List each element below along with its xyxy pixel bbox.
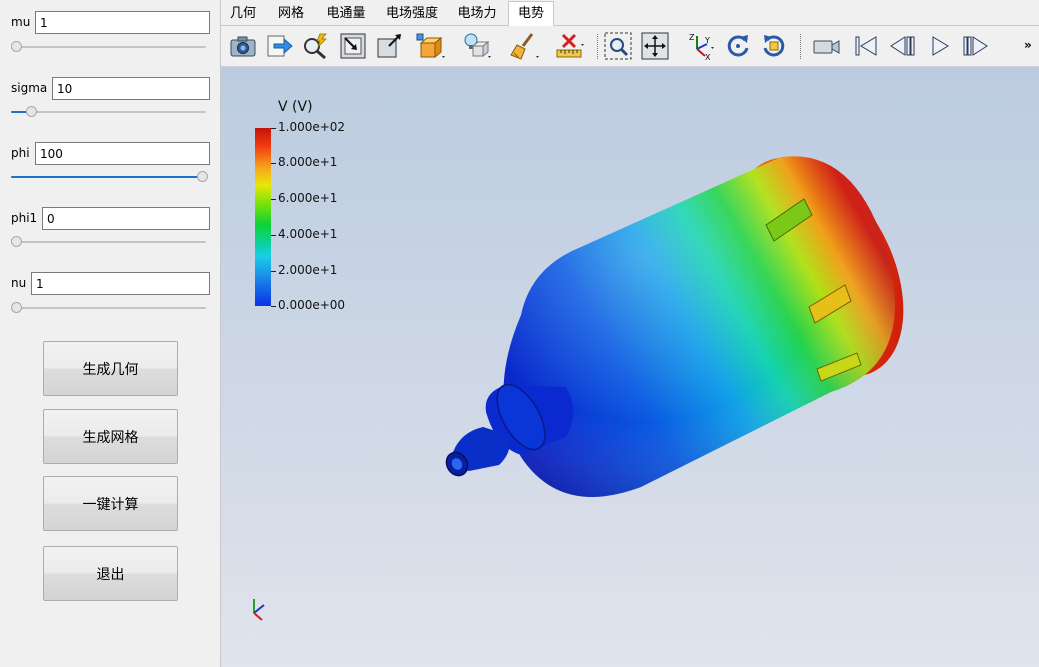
- sigma-slider[interactable]: [11, 105, 206, 119]
- mu-input[interactable]: [35, 11, 210, 34]
- phi-slider-fill: [11, 176, 199, 178]
- toolbar-more-button[interactable]: »: [1024, 38, 1032, 52]
- toolbar-separator: [597, 34, 598, 59]
- reset-camera-icon[interactable]: [338, 31, 368, 61]
- phi1-slider-groove: [11, 241, 206, 243]
- parameter-panel: mu sigma phi phi1 nu 生成几何 生成网格 一键计算 退出: [0, 0, 221, 667]
- camera-icon[interactable]: [228, 31, 258, 61]
- svg-text:X: X: [705, 53, 711, 61]
- phi1-label: phi1: [11, 211, 38, 225]
- move-icon[interactable]: [640, 31, 670, 61]
- exit-button[interactable]: 退出: [43, 546, 178, 601]
- nu-slider[interactable]: [11, 301, 206, 315]
- rotate-cw-icon[interactable]: [723, 31, 753, 61]
- zoom-region-icon[interactable]: [603, 31, 633, 61]
- mu-label: mu: [11, 15, 31, 29]
- tab-bar: 几何 网格 电通量 电场强度 电场力 电势: [221, 0, 1039, 27]
- model-body-shading: [503, 156, 895, 497]
- tab-electric-flux[interactable]: 电通量: [322, 3, 370, 26]
- play-icon[interactable]: [925, 31, 955, 61]
- phi1-slider-handle[interactable]: [11, 236, 22, 247]
- phi-slider[interactable]: [11, 170, 208, 184]
- prev-frame-icon[interactable]: [887, 31, 917, 61]
- render-viewport[interactable]: V (V) 1.000e+02 8.000e+1 6.000e+1 4.000e…: [221, 67, 1039, 667]
- nu-slider-groove: [11, 307, 206, 309]
- compute-button[interactable]: 一键计算: [43, 476, 178, 531]
- nu-slider-handle[interactable]: [11, 302, 22, 313]
- orientation-axes-widget: [253, 599, 265, 621]
- view-cube-icon[interactable]: [415, 31, 445, 61]
- clear-brush-icon[interactable]: [509, 31, 539, 61]
- tab-field-strength[interactable]: 电场强度: [382, 3, 442, 26]
- mu-slider-handle[interactable]: [11, 41, 22, 52]
- zoom-to-box-icon[interactable]: [374, 31, 404, 61]
- phi-slider-handle[interactable]: [197, 171, 208, 182]
- mu-slider-groove: [11, 46, 206, 48]
- generate-mesh-button[interactable]: 生成网格: [43, 409, 178, 464]
- nu-label: nu: [11, 276, 27, 290]
- axes-orientation-icon[interactable]: ZYX: [685, 31, 715, 62]
- phi-input[interactable]: [35, 142, 210, 165]
- sigma-slider-handle[interactable]: [26, 106, 37, 117]
- zoom-auto-icon[interactable]: [300, 31, 330, 61]
- phi1-slider[interactable]: [11, 235, 206, 249]
- tab-electric-force[interactable]: 电场力: [453, 3, 501, 26]
- next-frame-icon[interactable]: [961, 31, 991, 61]
- svg-text:Z: Z: [689, 33, 695, 42]
- video-camera-icon[interactable]: [811, 31, 841, 61]
- light-icon[interactable]: [461, 31, 491, 61]
- phi1-input[interactable]: [42, 207, 210, 230]
- generate-geometry-button[interactable]: 生成几何: [43, 341, 178, 396]
- sigma-label: sigma: [11, 81, 48, 95]
- sigma-input[interactable]: [52, 77, 210, 100]
- svg-text:Y: Y: [704, 36, 710, 45]
- mu-slider[interactable]: [11, 40, 206, 54]
- tab-potential[interactable]: 电势: [508, 1, 554, 27]
- rotate-ccw-icon[interactable]: [759, 31, 789, 61]
- toolbar-separator: [800, 34, 801, 59]
- ruler-icon[interactable]: [554, 31, 584, 61]
- toolbar: ZYX »: [221, 26, 1039, 67]
- tab-mesh[interactable]: 网格: [274, 3, 308, 26]
- first-frame-icon[interactable]: [851, 31, 881, 61]
- tab-geometry[interactable]: 几何: [226, 3, 260, 26]
- sigma-slider-groove: [11, 111, 206, 113]
- nu-input[interactable]: [31, 272, 210, 295]
- potential-model: [445, 156, 904, 497]
- export-icon[interactable]: [264, 31, 294, 61]
- phi-label: phi: [11, 146, 30, 160]
